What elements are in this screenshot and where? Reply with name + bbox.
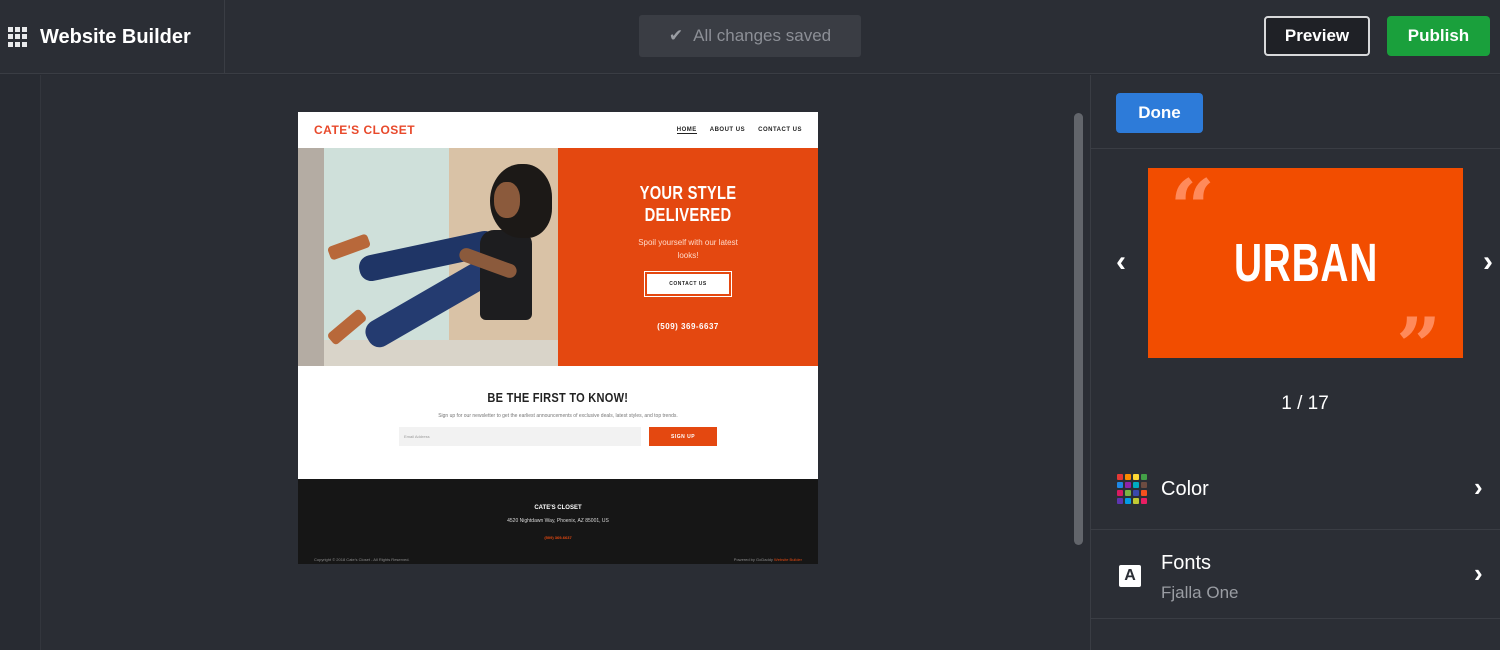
brand: Website Builder bbox=[0, 0, 225, 74]
save-status: ✔ All changes saved bbox=[639, 15, 861, 57]
chevron-right-icon: › bbox=[1474, 472, 1483, 502]
hero-headline: YOUR STYLE DELIVERED bbox=[639, 183, 737, 225]
panel-header: Done bbox=[1091, 75, 1500, 149]
preview-button[interactable]: Preview bbox=[1264, 16, 1370, 56]
site-footer: CATE'S CLOSET 4520 Nightdawn Way, Phoeni… bbox=[298, 479, 818, 564]
theme-card[interactable]: “ URBAN ” bbox=[1148, 163, 1463, 386]
apps-grid-icon[interactable] bbox=[8, 27, 28, 47]
chevron-right-icon: › bbox=[1474, 558, 1483, 588]
palette-swatch bbox=[1117, 490, 1123, 496]
fonts-row[interactable]: A Fonts Fjalla One › bbox=[1091, 530, 1500, 619]
chevron-right-icon[interactable]: › bbox=[1475, 245, 1500, 279]
footer-phone[interactable]: (509) 369-6637 bbox=[544, 535, 571, 540]
newsletter-form: Email Address SIGN UP bbox=[399, 427, 717, 446]
site-nav-home[interactable]: HOME bbox=[676, 127, 697, 134]
fonts-label: Fonts bbox=[1161, 552, 1212, 574]
palette-swatch bbox=[1141, 490, 1147, 496]
footer-address: 4520 Nightdawn Way, Phoenix, AZ 85001, U… bbox=[507, 518, 609, 524]
palette-swatch bbox=[1117, 498, 1123, 504]
footer-powered-prefix: Powered by GoDaddy bbox=[733, 557, 773, 562]
site-hero: YOUR STYLE DELIVERED Spoil yourself with… bbox=[298, 148, 818, 366]
quote-close-icon: ” bbox=[1396, 301, 1441, 392]
hero-panel: YOUR STYLE DELIVERED Spoil yourself with… bbox=[558, 148, 818, 366]
palette-swatch bbox=[1125, 474, 1131, 480]
site-nav: CATE'S CLOSET HOME ABOUT US CONTACT US bbox=[298, 112, 818, 148]
footer-powered-by: Powered by GoDaddy Website Builder bbox=[734, 557, 802, 562]
publish-button[interactable]: Publish bbox=[1387, 16, 1490, 56]
color-row[interactable]: Color › bbox=[1091, 451, 1500, 530]
palette-swatch bbox=[1117, 482, 1123, 488]
newsletter-section: BE THE FIRST TO KNOW! Sign up for our ne… bbox=[298, 366, 818, 479]
newsletter-title: BE THE FIRST TO KNOW! bbox=[487, 390, 629, 405]
site-preview[interactable]: CATE'S CLOSET HOME ABOUT US CONTACT US Y… bbox=[298, 112, 818, 564]
canvas-scrollbar[interactable] bbox=[1074, 113, 1083, 545]
done-button[interactable]: Done bbox=[1116, 93, 1203, 133]
palette-swatch bbox=[1125, 482, 1131, 488]
site-nav-contact[interactable]: CONTACT US bbox=[758, 127, 802, 134]
font-icon: A bbox=[1119, 565, 1141, 587]
footer-name: CATE'S CLOSET bbox=[534, 505, 582, 511]
app-title: Website Builder bbox=[40, 25, 191, 48]
palette-swatch bbox=[1125, 490, 1131, 496]
hero-contact-button[interactable]: CONTACT US bbox=[644, 271, 732, 297]
theme-name: URBAN bbox=[1233, 233, 1378, 293]
footer-powered-link[interactable]: Website Builder bbox=[774, 557, 802, 562]
palette-swatch bbox=[1133, 490, 1139, 496]
chevron-left-icon[interactable]: ‹ bbox=[1108, 245, 1134, 279]
palette-icon bbox=[1117, 474, 1147, 504]
fonts-value: Fjalla One bbox=[1161, 583, 1239, 602]
newsletter-email-input[interactable]: Email Address bbox=[399, 427, 641, 446]
palette-swatch bbox=[1141, 498, 1147, 504]
theme-counter: 1 / 17 bbox=[1281, 393, 1329, 414]
newsletter-text: Sign up for our newsletter to get the ea… bbox=[438, 413, 678, 419]
site-nav-links: HOME ABOUT US CONTACT US bbox=[676, 127, 802, 134]
palette-swatch bbox=[1133, 482, 1139, 488]
quote-open-icon: “ bbox=[1170, 163, 1215, 254]
top-bar: Website Builder ✔ All changes saved Prev… bbox=[0, 0, 1500, 74]
palette-swatch bbox=[1141, 474, 1147, 480]
hero-photo bbox=[298, 148, 558, 366]
site-logo[interactable]: CATE'S CLOSET bbox=[314, 123, 415, 137]
check-icon: ✔ bbox=[668, 26, 684, 45]
palette-swatch bbox=[1133, 474, 1139, 480]
palette-swatch bbox=[1117, 474, 1123, 480]
newsletter-signup-button[interactable]: SIGN UP bbox=[649, 427, 717, 446]
palette-swatch bbox=[1141, 482, 1147, 488]
footer-copyright: Copyright © 2018 Cate's Closet - All Rig… bbox=[314, 557, 410, 562]
palette-swatch bbox=[1133, 498, 1139, 504]
hero-subtext: Spoil yourself with our latest looks! bbox=[638, 238, 738, 260]
site-nav-about[interactable]: ABOUT US bbox=[710, 127, 745, 134]
color-label: Color bbox=[1161, 478, 1209, 500]
save-status-text: All changes saved bbox=[693, 26, 832, 45]
theme-panel: Done ‹ “ URBAN ” › 1 / 17 Color › A Font… bbox=[1090, 75, 1500, 650]
palette-swatch bbox=[1125, 498, 1131, 504]
hero-phone: (509) 369-6637 bbox=[657, 322, 719, 331]
